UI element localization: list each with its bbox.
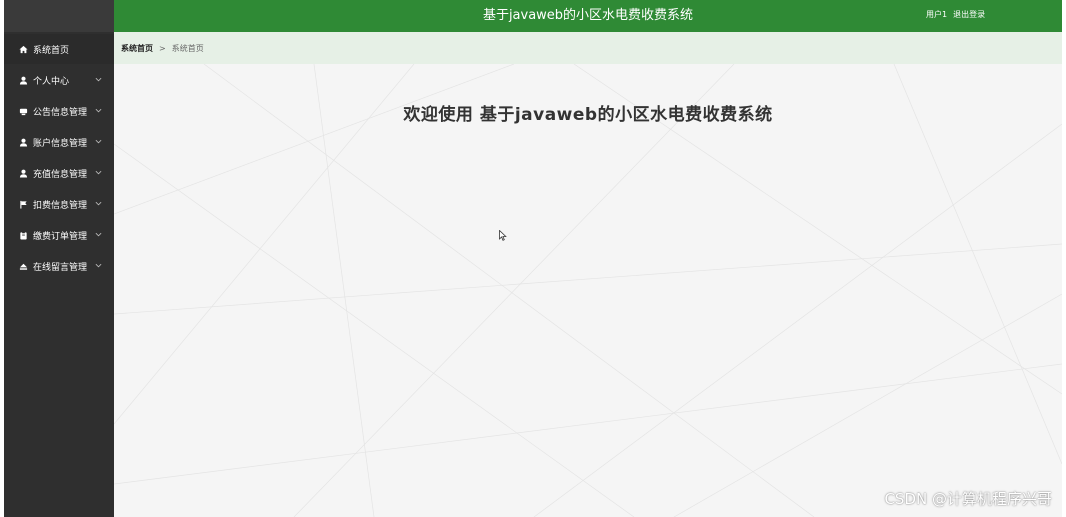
notice-icon [17, 107, 29, 116]
sidebar-item-order-management[interactable]: 缴费订单管理 [4, 220, 114, 250]
sidebar-logo-area [4, 0, 114, 32]
app-window: 系统首页 个人中心 公告信息管理 账户信息管理 充值信息管理 扣费信息管理 缴费… [0, 0, 1066, 517]
sidebar-item-account-management[interactable]: 账户信息管理 [4, 127, 114, 157]
current-user-link[interactable]: 用户1 [926, 10, 947, 19]
user-icon [17, 138, 29, 147]
chevron-down-icon [95, 75, 102, 85]
sidebar-item-label: 扣费信息管理 [33, 200, 88, 211]
sidebar-item-recharge-management[interactable]: 充值信息管理 [4, 158, 114, 188]
user-icon [17, 169, 29, 178]
sidebar-item-message-management[interactable]: 在线留言管理 [4, 251, 114, 281]
breadcrumb: 系统首页 > 系统首页 [114, 32, 1062, 64]
watermark: CSDN @计算机程序兴哥 [884, 490, 1052, 508]
chevron-down-icon [95, 106, 102, 116]
mouse-pointer-icon [499, 226, 507, 245]
main-content: 欢迎使用 基于javaweb的小区水电费收费系统 [114, 64, 1062, 517]
chevron-down-icon [95, 199, 102, 209]
top-header: 基于javaweb的小区水电费收费系统 用户1 退出登录 [114, 0, 1062, 32]
sidebar-item-label: 账户信息管理 [33, 138, 88, 149]
clipboard-icon [17, 230, 29, 240]
sidebar-item-label: 充值信息管理 [33, 169, 88, 180]
sidebar-item-deduction-management[interactable]: 扣费信息管理 [4, 189, 114, 219]
chevron-down-icon [95, 168, 102, 178]
header-user-area: 用户1 退出登录 [926, 0, 985, 29]
app-title: 基于javaweb的小区水电费收费系统 [482, 8, 694, 23]
sidebar-item-home[interactable]: 系统首页 [4, 34, 114, 64]
eject-icon [17, 262, 29, 271]
background-pattern [114, 64, 1062, 517]
flag-icon [17, 200, 29, 209]
chevron-down-icon [95, 230, 102, 240]
sidebar-item-label: 缴费订单管理 [33, 231, 88, 242]
sidebar-item-label: 公告信息管理 [33, 107, 88, 118]
breadcrumb-current: 系统首页 [171, 43, 204, 53]
sidebar-item-label: 个人中心 [33, 76, 70, 87]
sidebar-item-personal-center[interactable]: 个人中心 [4, 65, 114, 95]
breadcrumb-home-link[interactable]: 系统首页 [121, 43, 153, 54]
sidebar-item-label: 系统首页 [33, 45, 70, 56]
welcome-heading: 欢迎使用 基于javaweb的小区水电费收费系统 [403, 105, 773, 125]
home-icon [17, 45, 29, 54]
sidebar-item-notice-management[interactable]: 公告信息管理 [4, 96, 114, 126]
sidebar: 系统首页 个人中心 公告信息管理 账户信息管理 充值信息管理 扣费信息管理 缴费… [4, 0, 114, 517]
breadcrumb-separator: > [159, 43, 166, 53]
user-icon [17, 76, 29, 85]
sidebar-item-label: 在线留言管理 [33, 262, 88, 273]
chevron-down-icon [95, 137, 102, 147]
chevron-down-icon [95, 261, 102, 271]
logout-link[interactable]: 退出登录 [953, 10, 985, 19]
